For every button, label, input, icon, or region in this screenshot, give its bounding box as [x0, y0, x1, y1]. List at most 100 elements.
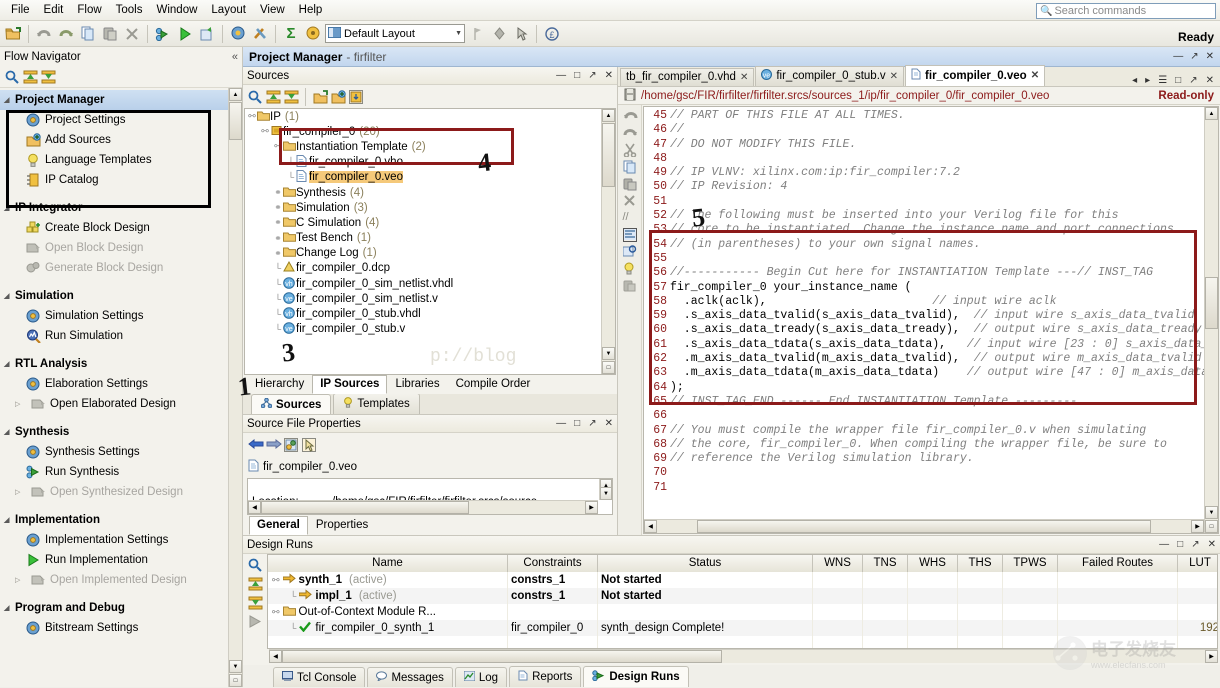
bottom-tab-design-runs[interactable]: Design Runs: [583, 666, 688, 687]
column-header[interactable]: WNS: [813, 555, 863, 572]
run-synthesis-icon[interactable]: [153, 24, 173, 44]
tab-hierarchy[interactable]: Hierarchy: [247, 375, 312, 394]
chevron-down-icon[interactable]: ◢: [4, 428, 15, 436]
menu-item-tools[interactable]: Tools: [109, 2, 150, 18]
tree-item[interactable]: ⚭C Simulation(4): [245, 215, 615, 230]
code-editor[interactable]: 45// PART OF THIS FILE AT ALL TIMES.46//…: [643, 106, 1219, 534]
chevron-right-icon[interactable]: ▷: [15, 400, 26, 408]
properties-vscrollbar[interactable]: ▲ ▼: [599, 479, 612, 500]
column-header[interactable]: Constraints: [508, 555, 598, 572]
scroll-right-icon[interactable]: ▶: [585, 501, 598, 514]
layout-select[interactable]: Default Layout ▼: [325, 24, 465, 43]
search-icon[interactable]: [5, 70, 19, 84]
tree-item[interactable]: └fir_compiler_0.vho: [245, 155, 615, 170]
scroll-down-icon[interactable]: ▼: [600, 487, 612, 500]
tree-item[interactable]: ⚯Instantiation Template(2): [245, 139, 615, 154]
chevron-down-icon[interactable]: ◢: [4, 96, 15, 104]
select-icon[interactable]: [302, 438, 316, 452]
run-icon[interactable]: [248, 615, 262, 629]
tree-expander-minus-icon[interactable]: ⚯: [247, 111, 257, 122]
collapse-all-icon[interactable]: [23, 70, 37, 84]
menu-item-view[interactable]: View: [253, 2, 292, 18]
paste-icon[interactable]: [623, 177, 637, 191]
properties-grid[interactable]: Location: /home/gsc/FIR/firfilter/firfil…: [247, 478, 613, 515]
list-icon[interactable]: ☰: [1158, 75, 1167, 86]
close-icon[interactable]: ✕: [605, 418, 613, 429]
flow-nav-item-open-synthesized-design[interactable]: ▷Open Synthesized Design: [0, 482, 242, 502]
scroll-up-icon[interactable]: ▲: [229, 88, 242, 101]
generate-bitstream-icon[interactable]: [197, 24, 217, 44]
tree-item[interactable]: ⚭Simulation(3): [245, 200, 615, 215]
tree-item[interactable]: └fir_compiler_0.veo: [245, 170, 615, 185]
scrollbar-thumb[interactable]: [282, 650, 722, 663]
sources-tree-scrollbar[interactable]: ▲ ▼ □: [601, 109, 615, 374]
scroll-down-icon[interactable]: ▼: [1205, 506, 1218, 519]
bottom-tab-messages[interactable]: Messages: [367, 667, 452, 687]
column-header[interactable]: Name: [268, 555, 508, 572]
close-icon[interactable]: ✕: [1206, 75, 1214, 86]
flow-nav-item-implementation-settings[interactable]: Implementation Settings: [0, 530, 242, 550]
marker-icon[interactable]: [489, 24, 509, 44]
collapse-left-icon[interactable]: «: [232, 51, 238, 63]
settings-icon[interactable]: [228, 24, 248, 44]
flow-nav-item-run-simulation[interactable]: Run Simulation: [0, 326, 242, 346]
flow-nav-section-implementation[interactable]: ◢Implementation: [0, 510, 242, 530]
scroll-down-icon[interactable]: ▼: [602, 347, 615, 360]
float-icon[interactable]: ↗: [588, 418, 596, 429]
editor-tab-fir-compiler-veo[interactable]: fir_compiler_0.veo ✕: [905, 65, 1045, 86]
expand-all-icon[interactable]: [248, 596, 262, 610]
flow-nav-item-project-settings[interactable]: Project Settings: [0, 110, 242, 130]
flow-nav-item-generate-block-design[interactable]: Generate Block Design: [0, 258, 242, 278]
tree-expander-minus-icon[interactable]: ⚯: [260, 126, 270, 137]
tree-expander-plus-icon[interactable]: ⚭: [273, 187, 283, 198]
flow-nav-section-program-and-debug[interactable]: ◢Program and Debug: [0, 598, 242, 618]
float-icon[interactable]: ↗: [1190, 51, 1198, 62]
menu-item-file[interactable]: File: [4, 2, 37, 18]
comment-icon[interactable]: //: [623, 211, 637, 225]
maximize-icon[interactable]: □: [574, 70, 580, 81]
flow-nav-section-ip-integrator[interactable]: ◢IP Integrator: [0, 198, 242, 218]
scroll-left-icon[interactable]: ◀: [644, 520, 657, 533]
maximize-icon[interactable]: □: [574, 418, 580, 429]
undo-icon[interactable]: [34, 24, 54, 44]
tree-item[interactable]: └vefir_compiler_0_sim_netlist.v: [245, 291, 615, 306]
flag-icon[interactable]: [467, 24, 487, 44]
flow-nav-item-ip-catalog[interactable]: IP Catalog: [0, 170, 242, 190]
table-row[interactable]: ⚯Out-of-Context Module R...: [268, 604, 1217, 620]
tree-item[interactable]: ⚭Synthesis(4): [245, 185, 615, 200]
scroll-up-icon[interactable]: ▲: [602, 109, 615, 122]
expand-all-icon[interactable]: [284, 90, 298, 104]
close-icon[interactable]: ✕: [605, 70, 613, 81]
tree-item[interactable]: ⚭Change Log(1): [245, 246, 615, 261]
float-icon[interactable]: ↗: [1191, 539, 1199, 550]
scroll-left-icon[interactable]: ◀: [269, 650, 282, 663]
chevron-down-icon[interactable]: ◢: [4, 204, 15, 212]
bottom-tab-tcl-console[interactable]: Tcl Console: [273, 667, 365, 687]
tab-compile-order[interactable]: Compile Order: [448, 375, 539, 394]
tree-item[interactable]: └vhfir_compiler_0_stub.vhdl: [245, 306, 615, 321]
design-runs-hscrollbar[interactable]: ◀ ▶: [269, 649, 1218, 663]
close-icon[interactable]: ✕: [740, 72, 748, 83]
flow-nav-item-synthesis-settings[interactable]: Synthesis Settings: [0, 442, 242, 462]
properties-hscrollbar[interactable]: ◀ ▶: [248, 500, 598, 514]
table-row[interactable]: └impl_1(active)constrs_1Not started: [268, 588, 1217, 604]
maximize-icon[interactable]: □: [1177, 539, 1183, 550]
column-header[interactable]: TNS: [863, 555, 908, 572]
scrollbar-thumb[interactable]: [229, 102, 242, 140]
flow-nav-section-synthesis[interactable]: ◢Synthesis: [0, 422, 242, 442]
scroll-right-icon[interactable]: ▶: [1191, 520, 1204, 533]
menu-item-flow[interactable]: Flow: [70, 2, 108, 18]
chevron-down-icon[interactable]: ◢: [4, 292, 15, 300]
menu-item-layout[interactable]: Layout: [204, 2, 253, 18]
open-folder-icon[interactable]: [313, 90, 327, 104]
indent-icon[interactable]: [623, 228, 637, 242]
tree-expander-plus-icon[interactable]: ⚭: [273, 248, 283, 259]
tree-item[interactable]: ⚯IP(1): [245, 109, 615, 124]
redo-icon[interactable]: [56, 24, 76, 44]
tree-item[interactable]: └fir_compiler_0.dcp: [245, 261, 615, 276]
column-header[interactable]: Status: [598, 555, 813, 572]
flow-nav-section-project-manager[interactable]: ◢Project Manager: [0, 90, 242, 110]
close-icon[interactable]: ✕: [1208, 539, 1216, 550]
tree-expander-plus-icon[interactable]: ⚭: [273, 202, 283, 213]
column-header[interactable]: TPWS: [1003, 555, 1058, 572]
